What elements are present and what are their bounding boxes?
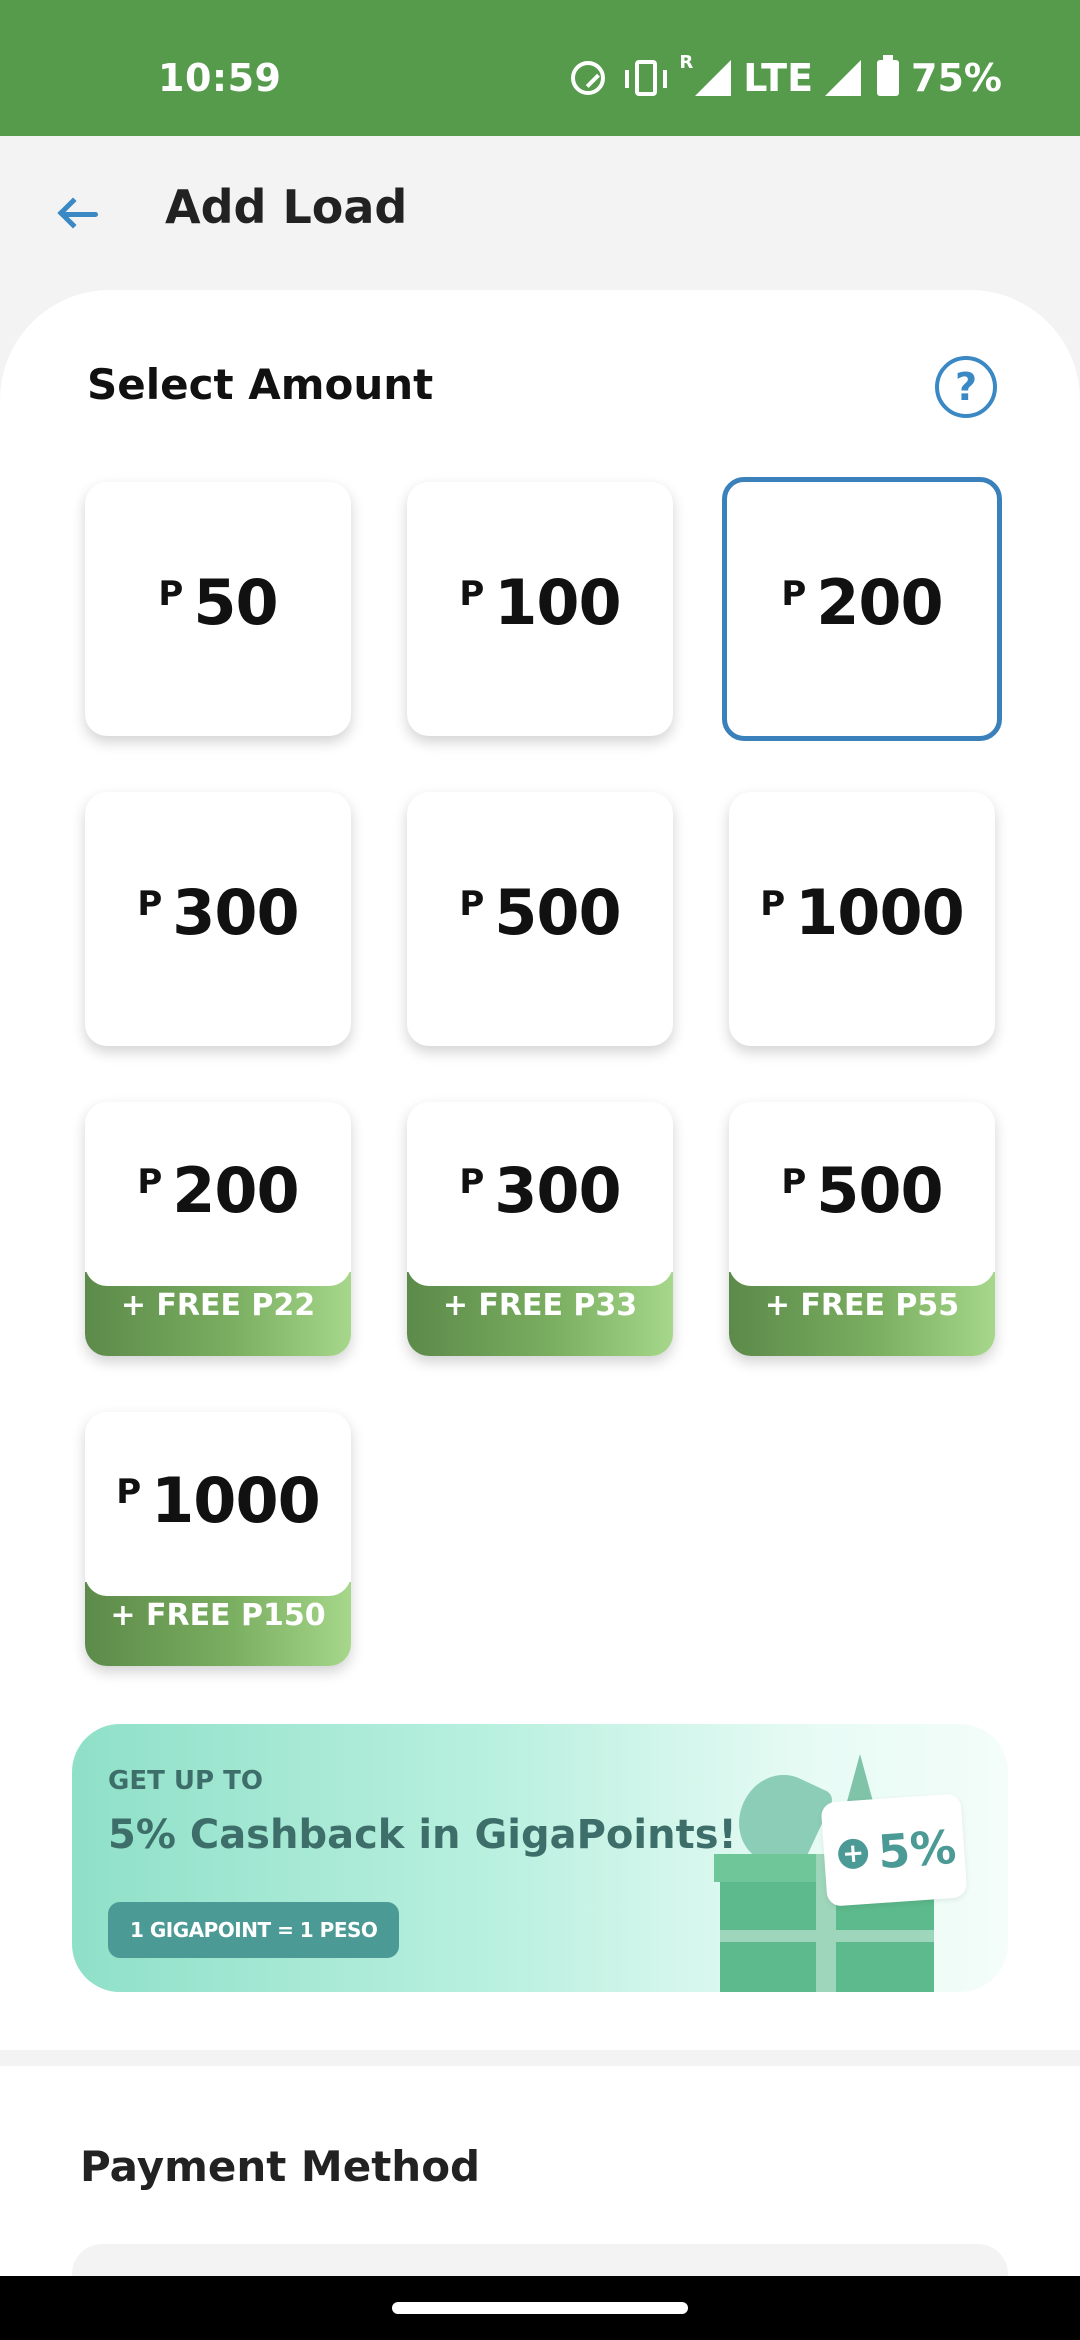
- system-nav-bar: [0, 2276, 1080, 2340]
- amount-value: 50: [193, 566, 278, 639]
- cashback-percent-badge: + 5%: [820, 1793, 968, 1907]
- back-arrow-icon[interactable]: [56, 196, 100, 232]
- amount-value: 1000: [151, 1464, 321, 1537]
- status-time: 10:59: [158, 56, 282, 100]
- amount-value: 200: [172, 1154, 299, 1227]
- vibrate-icon: [625, 60, 668, 96]
- select-amount-heading: Select Amount: [87, 360, 434, 409]
- amount-value: 1000: [795, 876, 965, 949]
- status-bar: 10:59 R LTE 75%: [0, 0, 1080, 136]
- amount-tile-100[interactable]: P 100: [407, 482, 673, 736]
- banner-headline: 5% Cashback in GigaPoints!: [108, 1812, 737, 1858]
- amount-tile-50[interactable]: P 50: [85, 482, 351, 736]
- amount-value: 100: [494, 566, 621, 639]
- banner-eyebrow: GET UP TO: [108, 1766, 263, 1796]
- amount-value: 500: [816, 1154, 943, 1227]
- home-gesture-handle[interactable]: [392, 2302, 688, 2314]
- amount-value: 200: [816, 566, 943, 639]
- help-icon[interactable]: ?: [935, 356, 997, 418]
- amount-tile-500[interactable]: P 500: [407, 792, 673, 1046]
- app-bar: Add Load: [0, 136, 1080, 286]
- gigapoint-rate-pill: 1 GIGAPOINT = 1 PESO: [108, 1902, 400, 1958]
- currency-symbol: P: [137, 1162, 163, 1202]
- amount-tile-200-selected[interactable]: P 200: [722, 477, 1002, 741]
- network-type: LTE: [743, 56, 814, 100]
- amount-value: 300: [172, 876, 299, 949]
- plus-circle-icon: +: [837, 1837, 870, 1870]
- amount-tile-1000[interactable]: P 1000: [729, 792, 995, 1046]
- status-icons: R LTE 75%: [559, 52, 1002, 100]
- currency-symbol: P: [158, 574, 184, 614]
- currency-symbol: P: [459, 1162, 485, 1202]
- currency-symbol: P: [781, 574, 807, 614]
- currency-symbol: P: [459, 884, 485, 924]
- currency-symbol: P: [116, 1472, 142, 1512]
- currency-symbol: P: [459, 574, 485, 614]
- battery-icon: [877, 55, 900, 96]
- amount-value: 500: [494, 876, 621, 949]
- page-title: Add Load: [165, 180, 408, 234]
- payment-method-section: Payment Method: [0, 2066, 1080, 2304]
- amount-tile-300[interactable]: P 300: [85, 792, 351, 1046]
- amount-value: 300: [494, 1154, 621, 1227]
- currency-symbol: P: [137, 884, 163, 924]
- wifi-signal-icon: [825, 60, 862, 96]
- roaming-indicator: R: [679, 52, 694, 73]
- signal-icon: [695, 60, 732, 96]
- currency-symbol: P: [781, 1162, 807, 1202]
- promo-tile-300[interactable]: P 300 + FREE P33: [407, 1102, 673, 1356]
- data-saver-icon: [571, 61, 606, 95]
- battery-percent: 75%: [911, 56, 1002, 100]
- promo-tile-1000[interactable]: P 1000 + FREE P150: [85, 1412, 351, 1666]
- currency-symbol: P: [760, 884, 786, 924]
- payment-method-heading: Payment Method: [80, 2142, 481, 2191]
- promo-tile-500[interactable]: P 500 + FREE P55: [729, 1102, 995, 1356]
- badge-percent: 5%: [876, 1819, 958, 1880]
- promo-tile-200[interactable]: P 200 + FREE P22: [85, 1102, 351, 1356]
